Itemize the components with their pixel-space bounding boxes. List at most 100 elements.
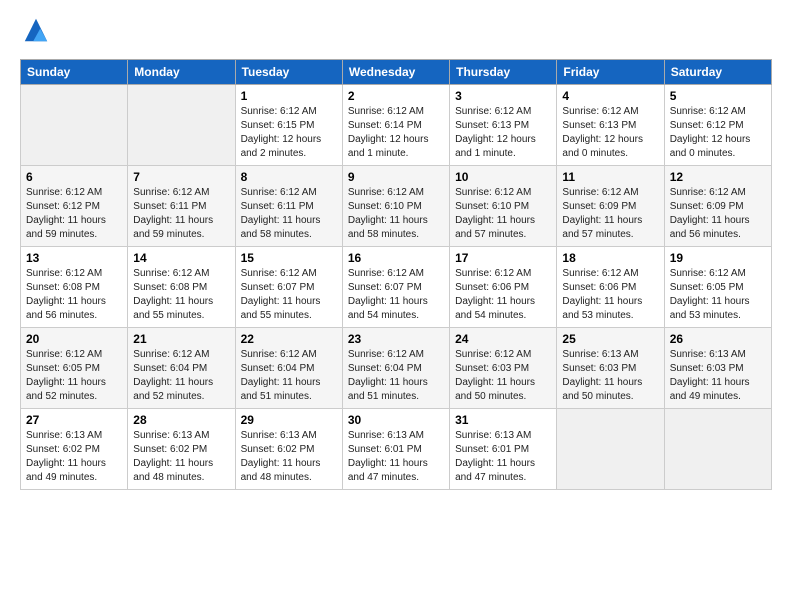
page: Sunday Monday Tuesday Wednesday Thursday… (0, 0, 792, 612)
day-number: 31 (455, 413, 551, 427)
day-info: Sunrise: 6:12 AM Sunset: 6:05 PM Dayligh… (26, 348, 122, 404)
day-info: Sunrise: 6:12 AM Sunset: 6:11 PM Dayligh… (133, 186, 229, 242)
day-info: Sunrise: 6:12 AM Sunset: 6:03 PM Dayligh… (455, 348, 551, 404)
day-number: 28 (133, 413, 229, 427)
day-info: Sunrise: 6:12 AM Sunset: 6:09 PM Dayligh… (670, 186, 766, 242)
day-info: Sunrise: 6:12 AM Sunset: 6:08 PM Dayligh… (26, 267, 122, 323)
col-thursday: Thursday (450, 60, 557, 85)
calendar-cell: 10 Sunrise: 6:12 AM Sunset: 6:10 PM Dayli… (450, 166, 557, 247)
day-info: Sunrise: 6:12 AM Sunset: 6:06 PM Dayligh… (455, 267, 551, 323)
day-number: 1 (241, 89, 337, 103)
day-number: 8 (241, 170, 337, 184)
col-wednesday: Wednesday (342, 60, 449, 85)
calendar-cell: 21 Sunrise: 6:12 AM Sunset: 6:04 PM Dayli… (128, 328, 235, 409)
calendar-cell: 22 Sunrise: 6:12 AM Sunset: 6:04 PM Dayli… (235, 328, 342, 409)
calendar-cell: 3Sunrise: 6:12 AM Sunset: 6:13 PM Daylig… (450, 85, 557, 166)
col-monday: Monday (128, 60, 235, 85)
day-number: 5 (670, 89, 766, 103)
day-info: Sunrise: 6:12 AM Sunset: 6:10 PM Dayligh… (455, 186, 551, 242)
calendar-week-row: 13 Sunrise: 6:12 AM Sunset: 6:08 PM Dayli… (21, 247, 772, 328)
calendar-cell: 5 Sunrise: 6:12 AM Sunset: 6:12 PM Daylig… (664, 85, 771, 166)
day-info: Sunrise: 6:13 AM Sunset: 6:02 PM Dayligh… (241, 429, 337, 485)
day-info: Sunrise: 6:12 AM Sunset: 6:12 PM Dayligh… (26, 186, 122, 242)
day-number: 17 (455, 251, 551, 265)
day-number: 22 (241, 332, 337, 346)
day-number: 25 (562, 332, 658, 346)
day-info: Sunrise: 6:13 AM Sunset: 6:01 PM Dayligh… (455, 429, 551, 485)
day-info: Sunrise: 6:13 AM Sunset: 6:02 PM Dayligh… (26, 429, 122, 485)
col-saturday: Saturday (664, 60, 771, 85)
day-number: 11 (562, 170, 658, 184)
col-tuesday: Tuesday (235, 60, 342, 85)
day-info: Sunrise: 6:12 AM Sunset: 6:08 PM Dayligh… (133, 267, 229, 323)
day-info: Sunrise: 6:12 AM Sunset: 6:04 PM Dayligh… (241, 348, 337, 404)
day-number: 6 (26, 170, 122, 184)
day-info: Sunrise: 6:12 AM Sunset: 6:13 PM Dayligh… (455, 105, 551, 161)
calendar-cell: 1Sunrise: 6:12 AM Sunset: 6:15 PM Daylig… (235, 85, 342, 166)
day-info: Sunrise: 6:12 AM Sunset: 6:06 PM Dayligh… (562, 267, 658, 323)
calendar-cell: 20 Sunrise: 6:12 AM Sunset: 6:05 PM Dayli… (21, 328, 128, 409)
col-friday: Friday (557, 60, 664, 85)
header (20, 16, 772, 49)
calendar-cell: 29 Sunrise: 6:13 AM Sunset: 6:02 PM Dayli… (235, 409, 342, 490)
day-number: 30 (348, 413, 444, 427)
day-info: Sunrise: 6:12 AM Sunset: 6:14 PM Dayligh… (348, 105, 444, 161)
calendar-cell: 26 Sunrise: 6:13 AM Sunset: 6:03 PM Dayli… (664, 328, 771, 409)
day-info: Sunrise: 6:12 AM Sunset: 6:13 PM Dayligh… (562, 105, 658, 161)
calendar-cell: 31 Sunrise: 6:13 AM Sunset: 6:01 PM Dayli… (450, 409, 557, 490)
calendar-cell: 14 Sunrise: 6:12 AM Sunset: 6:08 PM Dayli… (128, 247, 235, 328)
calendar-cell: 6 Sunrise: 6:12 AM Sunset: 6:12 PM Daylig… (21, 166, 128, 247)
day-info: Sunrise: 6:12 AM Sunset: 6:07 PM Dayligh… (241, 267, 337, 323)
day-number: 26 (670, 332, 766, 346)
calendar-cell: 19 Sunrise: 6:12 AM Sunset: 6:05 PM Dayli… (664, 247, 771, 328)
day-info: Sunrise: 6:12 AM Sunset: 6:12 PM Dayligh… (670, 105, 766, 161)
calendar-week-row: 1Sunrise: 6:12 AM Sunset: 6:15 PM Daylig… (21, 85, 772, 166)
day-number: 4 (562, 89, 658, 103)
day-number: 27 (26, 413, 122, 427)
day-number: 20 (26, 332, 122, 346)
logo-icon (22, 16, 50, 44)
calendar-cell: 7Sunrise: 6:12 AM Sunset: 6:11 PM Daylig… (128, 166, 235, 247)
calendar-cell (128, 85, 235, 166)
calendar-cell: 27 Sunrise: 6:13 AM Sunset: 6:02 PM Dayli… (21, 409, 128, 490)
day-info: Sunrise: 6:13 AM Sunset: 6:02 PM Dayligh… (133, 429, 229, 485)
day-number: 10 (455, 170, 551, 184)
day-number: 21 (133, 332, 229, 346)
day-info: Sunrise: 6:12 AM Sunset: 6:04 PM Dayligh… (133, 348, 229, 404)
day-info: Sunrise: 6:13 AM Sunset: 6:01 PM Dayligh… (348, 429, 444, 485)
day-number: 14 (133, 251, 229, 265)
col-sunday: Sunday (21, 60, 128, 85)
calendar-header-row: Sunday Monday Tuesday Wednesday Thursday… (21, 60, 772, 85)
day-info: Sunrise: 6:12 AM Sunset: 6:09 PM Dayligh… (562, 186, 658, 242)
day-number: 12 (670, 170, 766, 184)
day-number: 16 (348, 251, 444, 265)
calendar-cell: 4 Sunrise: 6:12 AM Sunset: 6:13 PM Daylig… (557, 85, 664, 166)
calendar-cell: 11 Sunrise: 6:12 AM Sunset: 6:09 PM Dayli… (557, 166, 664, 247)
calendar-cell (664, 409, 771, 490)
day-info: Sunrise: 6:12 AM Sunset: 6:07 PM Dayligh… (348, 267, 444, 323)
day-number: 24 (455, 332, 551, 346)
day-number: 15 (241, 251, 337, 265)
calendar-cell: 16 Sunrise: 6:12 AM Sunset: 6:07 PM Dayli… (342, 247, 449, 328)
calendar-week-row: 20 Sunrise: 6:12 AM Sunset: 6:05 PM Dayli… (21, 328, 772, 409)
day-info: Sunrise: 6:12 AM Sunset: 6:05 PM Dayligh… (670, 267, 766, 323)
day-number: 13 (26, 251, 122, 265)
calendar-cell: 15 Sunrise: 6:12 AM Sunset: 6:07 PM Dayli… (235, 247, 342, 328)
calendar-week-row: 6 Sunrise: 6:12 AM Sunset: 6:12 PM Daylig… (21, 166, 772, 247)
day-number: 18 (562, 251, 658, 265)
day-number: 23 (348, 332, 444, 346)
calendar-cell (21, 85, 128, 166)
day-info: Sunrise: 6:13 AM Sunset: 6:03 PM Dayligh… (670, 348, 766, 404)
calendar-cell: 25Sunrise: 6:13 AM Sunset: 6:03 PM Dayli… (557, 328, 664, 409)
day-number: 29 (241, 413, 337, 427)
day-number: 2 (348, 89, 444, 103)
calendar-cell: 24 Sunrise: 6:12 AM Sunset: 6:03 PM Dayli… (450, 328, 557, 409)
calendar-table: Sunday Monday Tuesday Wednesday Thursday… (20, 59, 772, 490)
day-number: 19 (670, 251, 766, 265)
day-info: Sunrise: 6:12 AM Sunset: 6:11 PM Dayligh… (241, 186, 337, 242)
calendar-week-row: 27 Sunrise: 6:13 AM Sunset: 6:02 PM Dayli… (21, 409, 772, 490)
calendar-cell: 12 Sunrise: 6:12 AM Sunset: 6:09 PM Dayli… (664, 166, 771, 247)
calendar-cell: 2 Sunrise: 6:12 AM Sunset: 6:14 PM Daylig… (342, 85, 449, 166)
calendar-cell: 23Sunrise: 6:12 AM Sunset: 6:04 PM Dayli… (342, 328, 449, 409)
calendar-cell (557, 409, 664, 490)
